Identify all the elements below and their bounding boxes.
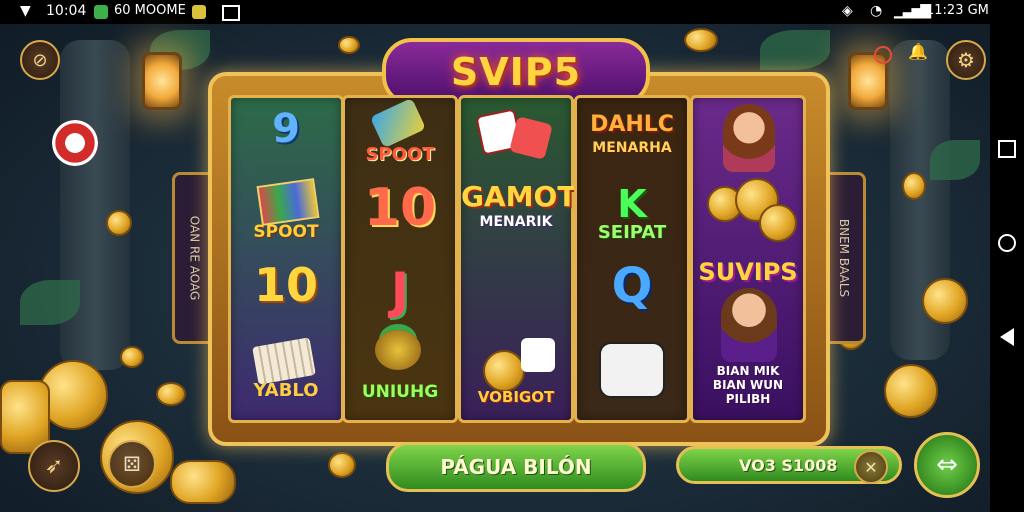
coin-plant-icon — [375, 330, 421, 370]
reel-symbol: MENARHA — [592, 140, 672, 156]
reel-2: SPOOT 10 J UNIUHG — [342, 95, 458, 423]
reel-symbol: BIAN MIK — [716, 364, 780, 378]
reel-3: GAMOT MENARIK VOBIGOT — [458, 95, 577, 423]
reel-symbol: J — [390, 262, 410, 320]
coin-decoration — [684, 28, 718, 52]
square-icon — [998, 140, 1016, 158]
swap-arrows-icon: ⇔ — [936, 450, 958, 480]
close-icon: ⊘ — [32, 49, 48, 71]
auto-spin-button[interactable]: ⚄ — [108, 440, 156, 488]
leaf-decoration — [930, 140, 980, 180]
left-side-panel-text: OAN RE AOAG — [187, 215, 201, 301]
coin-decoration — [156, 382, 186, 406]
home-button[interactable] — [998, 234, 1016, 252]
coin-icon — [483, 350, 525, 392]
leaf-decoration — [20, 280, 80, 325]
reel-symbol: SPOOT — [253, 222, 319, 242]
coin-stack-bottom — [170, 460, 236, 504]
app-icon — [94, 5, 108, 19]
reel-symbol: 10 — [363, 178, 437, 238]
coin-decoration — [884, 364, 938, 418]
gallery-icon — [222, 5, 240, 21]
bet-amount: VO3 S1008 — [739, 455, 838, 475]
notification-dot-icon — [874, 46, 892, 64]
game-controller-icon — [599, 342, 665, 398]
dice-icon: ⚄ — [123, 452, 141, 476]
reel-symbol: GAMOT — [461, 180, 577, 213]
coin-decoration — [922, 278, 968, 324]
coin-decoration — [106, 210, 132, 236]
coin-icon — [759, 204, 797, 242]
cards-stack-icon — [252, 337, 316, 385]
primary-action-label: PÁGUA BILÓN — [440, 455, 592, 479]
reel-1: 9 SPOOT 10 YABLO — [228, 95, 344, 423]
bell-icon: 🔔 — [908, 42, 928, 61]
recents-button[interactable] — [998, 140, 1016, 158]
reel-symbol: BIAN WUN — [712, 378, 784, 392]
shield-icon: ◈ — [842, 3, 853, 19]
reel-symbol: YABLO — [253, 380, 319, 401]
reel-symbol: UNIUHG — [361, 382, 439, 402]
reel-symbol: VOBIGOT — [477, 388, 555, 406]
back-button[interactable] — [998, 328, 1016, 346]
reel-symbol: PILIBH — [725, 392, 771, 406]
reel-5: SUVIPS BIAN MIK BIAN WUN PILIBH — [690, 95, 806, 423]
gear-icon: ⚙ — [957, 48, 975, 72]
launch-button[interactable]: ➶ — [28, 440, 80, 492]
circle-icon — [998, 234, 1016, 252]
dice-icon — [509, 116, 553, 160]
close-icon: ✕ — [864, 457, 878, 477]
lantern-left — [142, 52, 182, 110]
dice-icon — [369, 97, 427, 149]
character-portrait-icon — [723, 104, 775, 172]
reel-symbol: SUVIPS — [698, 258, 798, 286]
status-app-label: 60 MOOME — [114, 3, 186, 18]
status-time-left: 10:04 — [46, 3, 87, 19]
clear-bet-button[interactable]: ✕ — [854, 450, 888, 484]
reel-symbol: DAHLC — [590, 112, 674, 137]
reel-symbol: SEIPAT — [597, 222, 667, 243]
status-bar: ▼ 10:04 60 MOOME ◈ ◔ ▁▃▅▇ 11:23 GM — [0, 0, 1024, 24]
close-button[interactable]: ⊘ — [20, 40, 60, 80]
game-title: SVIP5 — [450, 50, 582, 94]
reel-symbol: 10 — [253, 258, 318, 312]
primary-action-button[interactable]: PÁGUA BILÓN — [386, 442, 646, 492]
rocket-icon: ➶ — [44, 453, 64, 479]
status-time-right: 11:23 GM — [926, 3, 989, 18]
coin-decoration — [902, 172, 926, 200]
reel-symbol: SPOOT — [365, 144, 435, 165]
reel-symbol: Q — [611, 258, 653, 314]
settings-button[interactable]: ⚙ — [946, 40, 986, 80]
signal-bars-icon: ▁▃▅▇ — [894, 3, 931, 19]
dice-icon — [521, 338, 555, 372]
reel-symbol: K — [617, 182, 647, 226]
coin-decoration — [338, 36, 360, 54]
wifi-icon: ◔ — [870, 3, 883, 19]
navigation-bar — [990, 24, 1024, 512]
leaf-decoration — [760, 30, 830, 70]
swap-button[interactable]: ⇔ — [914, 432, 980, 498]
reel-symbol: MENARIK — [479, 214, 553, 230]
triangle-back-icon — [1000, 328, 1014, 346]
coin-decoration — [328, 452, 356, 478]
notification-icon — [192, 5, 206, 19]
reel-symbol: 9 — [272, 106, 300, 152]
character-portrait-icon — [721, 288, 777, 362]
coin-decoration — [120, 346, 144, 368]
reel-4: DAHLC MENARHA K SEIPAT Q — [574, 95, 690, 423]
cards-icon — [256, 178, 320, 226]
tree-trunk-left — [60, 40, 130, 370]
right-side-panel-text: BNEM BAALS — [837, 218, 851, 298]
signal-icon: ▼ — [20, 3, 31, 19]
